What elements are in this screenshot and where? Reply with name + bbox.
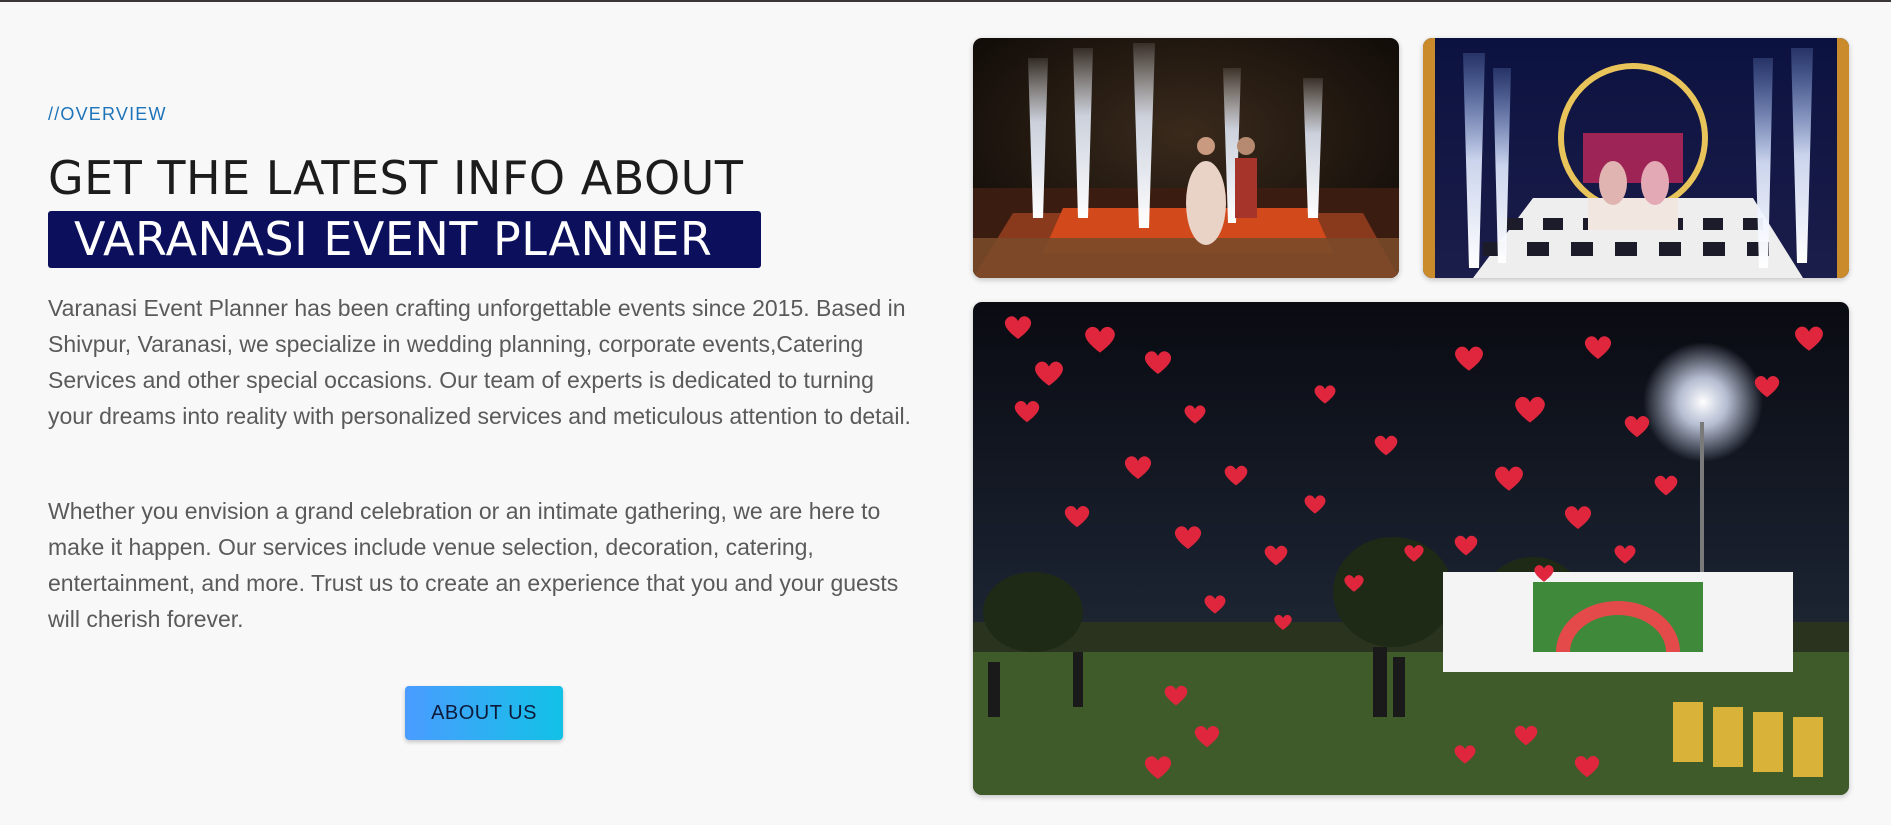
wedding-stage-fireworks-photo [973,38,1399,278]
intro-paragraph: Varanasi Event Planner has been crafting… [48,295,911,429]
section-eyebrow: //OVERVIEW [48,104,167,124]
highlighted-title: VARANASI EVENT PLANNER [48,211,761,268]
about-us-button[interactable]: ABOUT US [405,686,563,740]
services-paragraph: Whether you envision a grand celebration… [48,498,899,632]
top-border [0,0,1891,2]
wedding-couple-stage-sparklers-photo [1423,38,1849,278]
section-headline: GET THE LATEST INFO ABOUT [48,151,744,205]
red-heart-balloons-release-photo [973,302,1849,795]
